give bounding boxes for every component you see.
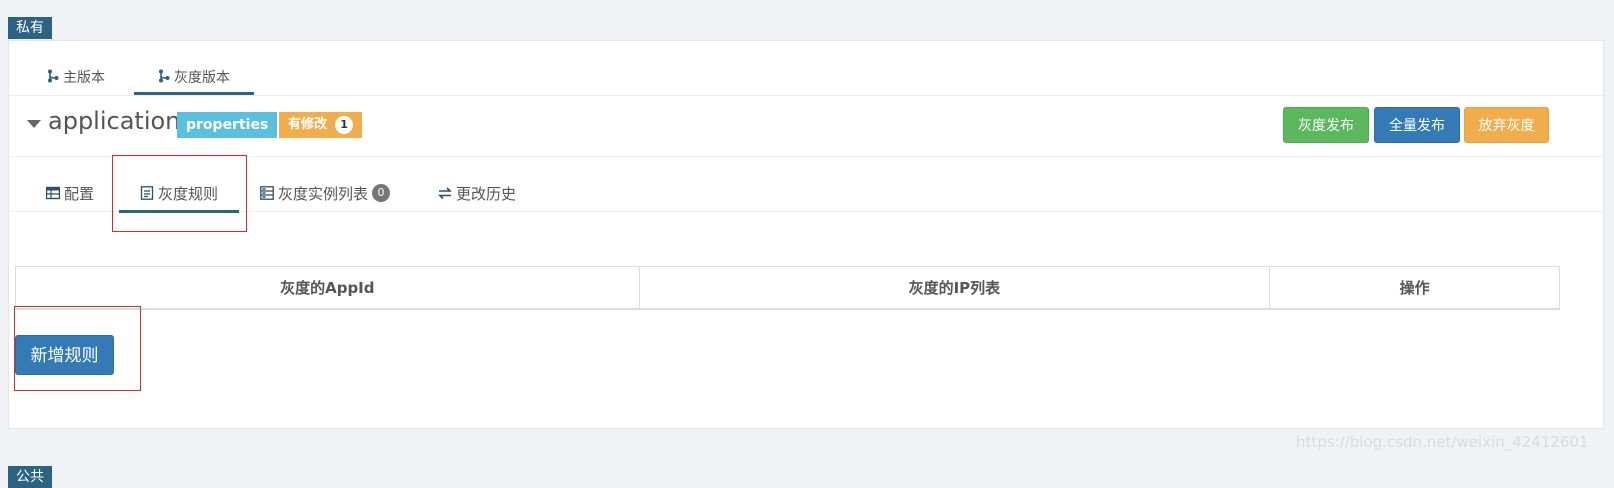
add-rule-button[interactable]: 新增规则 xyxy=(15,335,114,375)
tab-main-version-label: 主版本 xyxy=(63,70,105,86)
namespace-sub-tabs: 配置 灰度规则 灰度实例列表 0 更改历史 xyxy=(9,157,1603,213)
column-header-appid: 灰度的AppId xyxy=(15,266,640,310)
gray-release-button[interactable]: 灰度发布 xyxy=(1283,107,1369,143)
full-release-button[interactable]: 全量发布 xyxy=(1374,107,1460,143)
document-icon xyxy=(140,186,154,200)
public-section-label: 公共 xyxy=(8,466,52,488)
server-list-icon xyxy=(260,186,274,200)
tab-gray-instances-label: 灰度实例列表 xyxy=(278,185,369,203)
table-header-row: 灰度的AppId 灰度的IP列表 操作 xyxy=(15,266,1560,310)
tab-config-label: 配置 xyxy=(64,185,95,203)
tab-config[interactable]: 配置 xyxy=(46,183,94,213)
exchange-icon xyxy=(438,187,452,200)
modified-count: 1 xyxy=(335,116,354,134)
modified-badge: 有修改 1 xyxy=(279,112,363,138)
modified-badge-label: 有修改 xyxy=(288,117,328,132)
version-tabs: 主版本 灰度版本 xyxy=(9,41,1603,96)
table-icon xyxy=(46,186,60,200)
instances-count-badge: 0 xyxy=(372,184,391,202)
column-header-ip-list: 灰度的IP列表 xyxy=(638,266,1271,310)
branch-icon xyxy=(159,69,170,83)
tab-change-history[interactable]: 更改历史 xyxy=(438,183,516,213)
namespace-name: application xyxy=(48,107,181,135)
format-badge: properties xyxy=(177,112,278,138)
tab-change-history-label: 更改历史 xyxy=(456,185,517,203)
column-header-actions: 操作 xyxy=(1269,266,1560,310)
private-section-label: 私有 xyxy=(8,17,52,39)
namespace-header: application properties 有修改 1 灰度发布 全量发布 放… xyxy=(9,96,1603,157)
tab-gray-rules-label: 灰度规则 xyxy=(157,185,218,203)
gray-rules-table: 灰度的AppId 灰度的IP列表 操作 xyxy=(15,266,1560,310)
tab-gray-version[interactable]: 灰度版本 xyxy=(134,67,254,95)
tab-gray-instances[interactable]: 灰度实例列表 0 xyxy=(260,183,391,213)
branch-icon xyxy=(48,69,59,83)
abandon-gray-button[interactable]: 放弃灰度 xyxy=(1464,107,1549,143)
tab-main-version[interactable]: 主版本 xyxy=(47,67,105,95)
namespace-panel: 主版本 灰度版本 application properties 有修改 1 灰度… xyxy=(8,40,1604,429)
tab-gray-version-label: 灰度版本 xyxy=(174,70,230,86)
tab-gray-rules[interactable]: 灰度规则 xyxy=(119,183,239,213)
watermark: https://blog.csdn.net/weixin_42412601 xyxy=(1296,433,1589,451)
collapse-caret-icon[interactable] xyxy=(27,120,41,128)
